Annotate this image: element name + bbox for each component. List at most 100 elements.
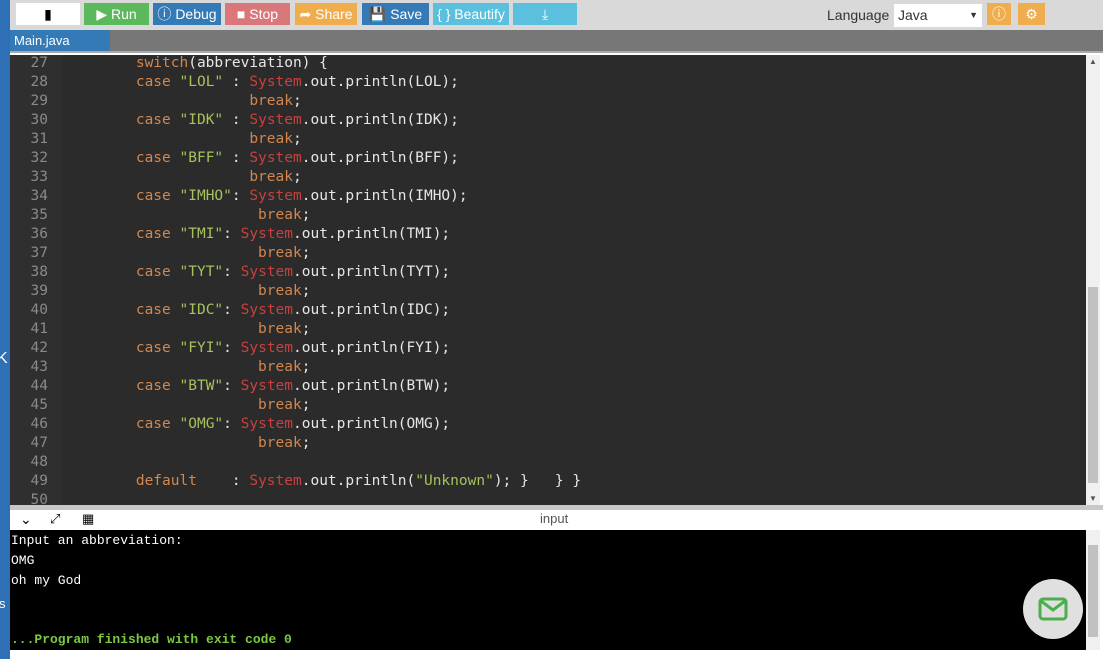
code-line: 49 default : System.out.println("Unknown… [10,472,1086,491]
code-token: ; [292,169,302,185]
sidebar-glyph: K [0,350,8,367]
tab-main-java[interactable]: Main.java [10,30,110,51]
code-text: switch(abbreviation) { [66,55,328,73]
code-token: .out.println(TYT); [293,264,451,280]
share-button[interactable]: ➦ Share [295,3,357,25]
code-token: "IMHO" [179,188,232,204]
output-header: ⌄ ⤢ ▦ input [10,510,1103,530]
line-number: 49 [30,473,48,489]
language-value: Java [898,7,928,23]
code-text: case "LOL" : System.out.println(LOL); [66,73,459,92]
line-number: 35 [30,207,48,223]
run-button[interactable]: ▶ Run [84,3,149,25]
info-button[interactable]: ⓘ [987,3,1011,25]
toolbar: ▮ ▶ Run ⓘ Debug ■ Stop ➦ Share 💾 Save { … [10,0,1103,30]
code-line: 28 case "LOL" : System.out.println(LOL); [10,73,1086,92]
code-token: System [240,302,294,318]
code-token: ; [292,93,302,109]
code-token: System [249,188,302,204]
code-text: break; [66,282,310,301]
save-button[interactable]: 💾 Save [362,3,429,25]
code-line: 29 break; [10,92,1086,111]
feedback-button[interactable] [1023,579,1083,639]
code-line: 44 case "BTW": System.out.println(BTW); [10,377,1086,396]
scrollbar-thumb[interactable] [1088,287,1098,483]
code-token: break [66,283,302,299]
code-token: break [66,245,302,261]
collapse-icon[interactable]: ⌄ [20,511,32,528]
debug-button[interactable]: ⓘ Debug [153,3,221,25]
line-number: 48 [30,454,48,470]
code-token: : [223,340,241,356]
line-number: 42 [30,340,48,356]
code-token: "IDC" [179,302,224,318]
code-text: case "BTW": System.out.println(BTW); [66,377,450,396]
code-line: 36 case "TMI": System.out.println(TMI); [10,225,1086,244]
code-text: break; [66,92,302,111]
code-token: .out.println(FYI); [293,340,451,356]
code-token: break [66,93,293,109]
download-button[interactable]: ⤓ [513,3,577,25]
code-line: 32 case "BFF" : System.out.println(BFF); [10,149,1086,168]
line-number: 43 [30,359,48,375]
info-icon: ⓘ [992,6,1006,22]
line-number: 34 [30,188,48,204]
code-token: default [66,473,197,489]
code-token: case [66,416,180,432]
exit-message: ...Program finished with exit code 0 [11,632,292,647]
download-icon: ⤓ [541,6,549,22]
code-line: 43 break; [10,358,1086,377]
code-token: .out.println(IMHO); [301,188,468,204]
language-select[interactable]: Java ▼ [894,4,982,27]
left-sidebar[interactable]: K s [0,0,10,659]
code-token: : [223,150,250,166]
share-label: Share [315,6,353,22]
code-line: 27 switch(abbreviation) { [10,55,1086,73]
code-text: break; [66,396,310,415]
code-token: case [66,188,180,204]
code-token: ; [301,359,311,375]
sidebar-glyph: s [0,596,6,611]
beautify-button[interactable]: { } Beautify [433,3,509,25]
code-text: case "IDK" : System.out.println(IDK); [66,111,459,130]
code-line: 39 break; [10,282,1086,301]
code-token: case [66,112,180,128]
code-token: .out.println(IDK); [301,112,459,128]
terminal-output[interactable]: Input an abbreviation: OMG oh my God ...… [10,530,1086,650]
new-file-button[interactable]: ▮ [16,3,80,25]
code-text: break; [66,320,310,339]
code-token: break [66,169,293,185]
code-token: System [249,74,302,90]
code-editor[interactable]: 27 switch(abbreviation) {28 case "LOL" :… [10,55,1086,505]
code-text: case "BFF" : System.out.println(BFF); [66,149,459,168]
code-token: .out.println(IDC); [293,302,451,318]
code-token: .out.println(OMG); [293,416,451,432]
run-label: Run [110,6,137,22]
clear-icon[interactable]: ▦ [82,511,94,527]
code-text: case "IMHO": System.out.println(IMHO); [66,187,468,206]
expand-icon[interactable]: ⤢ [50,511,60,527]
code-token: case [66,340,180,356]
code-token: ; [301,435,311,451]
code-token: : [223,74,250,90]
code-text: break; [66,244,310,263]
stop-button[interactable]: ■ Stop [225,3,290,25]
line-number: 38 [30,264,48,280]
mail-icon [1038,597,1068,621]
code-token: System [249,473,302,489]
terminal-scrollbar[interactable] [1086,530,1100,650]
code-token: System [249,112,302,128]
code-token: .out.println( [301,473,416,489]
code-token: .out.println(BFF); [301,150,459,166]
stop-label: Stop [249,6,279,22]
code-token: "Unknown" [415,473,494,489]
file-icon: ▮ [44,6,52,22]
editor-scrollbar[interactable]: ▲ ▼ [1086,55,1100,505]
code-token: : [223,302,241,318]
code-token: ); } } } [493,473,582,489]
language-label: Language [827,7,890,23]
code-token: ; [301,283,311,299]
line-number: 41 [30,321,48,337]
settings-button[interactable]: ⚙ [1018,3,1045,25]
output-line: Input an abbreviation: [11,533,183,548]
